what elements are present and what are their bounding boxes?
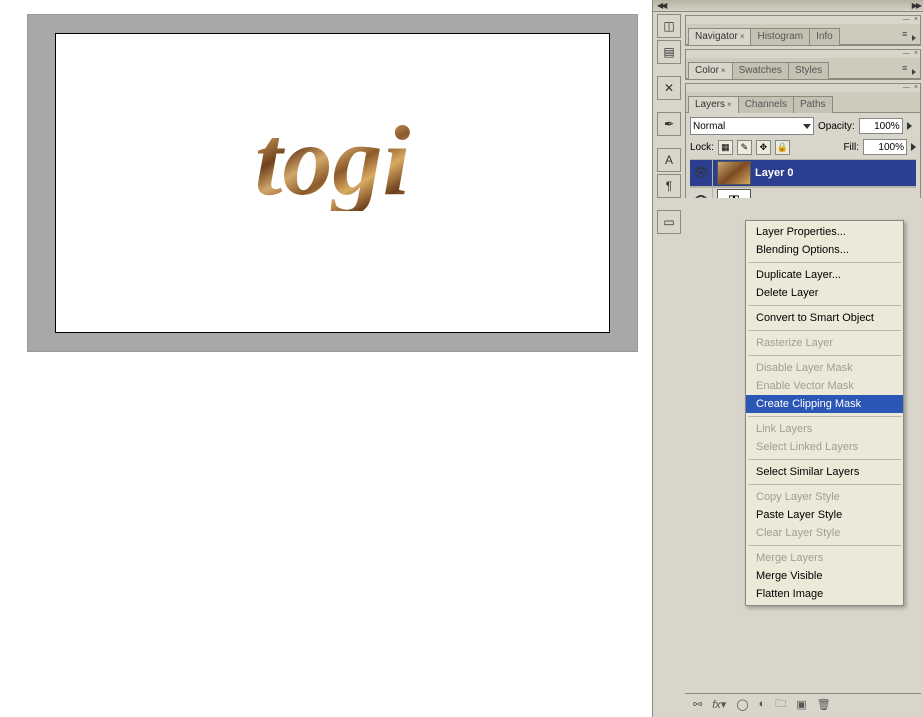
opacity-label: Opacity: [818, 121, 855, 132]
menu-item[interactable]: Delete Layer [746, 284, 903, 302]
tab-histogram[interactable]: Histogram [750, 28, 810, 45]
fx-icon[interactable]: fx▾ [712, 698, 726, 711]
panel-icon-strip: ◫ ▤ ✕ ✒ A ¶ ▭ [657, 14, 683, 234]
tab-styles[interactable]: Styles [788, 62, 829, 79]
tab-navigator[interactable]: Navigator× [688, 28, 751, 45]
menu-item[interactable]: Layer Properties... [746, 223, 903, 241]
brush-icon[interactable]: ▤ [657, 40, 681, 64]
panel-minimize-icon[interactable]: — [903, 50, 910, 58]
dock-collapse-right-icon[interactable]: ▶▶ [912, 1, 920, 10]
panel-navigator: — × Navigator× Histogram Info [685, 15, 921, 46]
layer-name[interactable]: Layer 0 [755, 167, 794, 179]
menu-item[interactable]: Convert to Smart Object [746, 309, 903, 327]
layer-row[interactable]: 👁 Layer 0 [690, 159, 916, 187]
visibility-toggle-icon[interactable]: 👁 [690, 160, 713, 186]
menu-item[interactable]: Flatten Image [746, 585, 903, 603]
menu-item: Enable Vector Mask [746, 377, 903, 395]
mask-icon[interactable]: ◯ [736, 698, 748, 711]
menu-separator [748, 416, 901, 417]
dock-header: ◀◀ ▶▶ [653, 0, 923, 12]
panel-minimize-icon[interactable]: — [903, 84, 910, 92]
tab-paths[interactable]: Paths [793, 96, 833, 113]
document-canvas[interactable]: togi [55, 33, 610, 333]
menu-separator [748, 459, 901, 460]
tools-icon[interactable]: ✕ [657, 76, 681, 100]
lock-transparent-icon[interactable]: ▦ [718, 140, 733, 155]
menu-item: Rasterize Layer [746, 334, 903, 352]
menu-item[interactable]: Blending Options... [746, 241, 903, 259]
menu-separator [748, 545, 901, 546]
fill-slider-icon[interactable] [911, 143, 916, 151]
menu-item: Clear Layer Style [746, 524, 903, 542]
fill-input[interactable]: 100% [863, 139, 907, 155]
folder-icon[interactable]: 🗀 [775, 695, 786, 714]
panel-color: — × Color× Swatches Styles [685, 49, 921, 80]
menu-item: Copy Layer Style [746, 488, 903, 506]
panel-minimize-icon[interactable]: — [903, 16, 910, 24]
layer-context-menu: Layer Properties...Blending Options... Du… [745, 220, 904, 606]
panel-close-icon[interactable]: × [914, 16, 918, 24]
menu-item[interactable]: Paste Layer Style [746, 506, 903, 524]
lock-all-icon[interactable]: 🔒 [775, 140, 790, 155]
tab-color[interactable]: Color× [688, 62, 733, 79]
trash-icon[interactable]: 🗑 [817, 698, 831, 711]
chevron-down-icon [803, 124, 811, 129]
doc-icon[interactable]: ▭ [657, 210, 681, 234]
close-icon[interactable]: × [727, 100, 732, 109]
menu-separator [748, 330, 901, 331]
pen-icon[interactable]: ✒ [657, 112, 681, 136]
panel-close-icon[interactable]: × [914, 50, 918, 58]
panel-menu-icon[interactable] [904, 66, 916, 76]
navigator-icon[interactable]: ◫ [657, 14, 681, 38]
tab-swatches[interactable]: Swatches [732, 62, 789, 79]
menu-item: Disable Layer Mask [746, 359, 903, 377]
panel-menu-icon[interactable] [904, 32, 916, 42]
char-a-icon[interactable]: A [657, 148, 681, 172]
fill-label: Fill: [843, 142, 859, 153]
tab-channels[interactable]: Channels [738, 96, 794, 113]
tab-info[interactable]: Info [809, 28, 840, 45]
text-layer-togi: togi [255, 111, 411, 211]
menu-item: Merge Layers [746, 549, 903, 567]
dock-collapse-left-icon[interactable]: ◀◀ [657, 1, 665, 10]
lock-pixels-icon[interactable]: ✎ [737, 140, 752, 155]
lock-position-icon[interactable]: ✥ [756, 140, 771, 155]
panel-close-icon[interactable]: × [914, 84, 918, 92]
para-icon[interactable]: ¶ [657, 174, 681, 198]
menu-item[interactable]: Duplicate Layer... [746, 266, 903, 284]
lock-label: Lock: [690, 142, 714, 153]
opacity-input[interactable]: 100% [859, 118, 903, 134]
adjust-icon[interactable]: ◐ [759, 698, 766, 710]
menu-item[interactable]: Create Clipping Mask [746, 395, 903, 413]
opacity-slider-icon[interactable] [907, 122, 912, 130]
menu-item[interactable]: Merge Visible [746, 567, 903, 585]
layer-thumbnail[interactable] [717, 161, 751, 185]
link-icon[interactable]: ⚯ [693, 698, 702, 711]
layers-footer: ⚯ fx▾ ◯ ◐ 🗀 ▣ 🗑 [685, 693, 921, 714]
menu-item[interactable]: Select Similar Layers [746, 463, 903, 481]
menu-item: Link Layers [746, 420, 903, 438]
menu-separator [748, 355, 901, 356]
canvas-area: togi [27, 14, 638, 352]
close-icon[interactable]: × [740, 32, 745, 41]
menu-separator [748, 262, 901, 263]
menu-separator [748, 484, 901, 485]
close-icon[interactable]: × [721, 66, 726, 75]
new-layer-icon[interactable]: ▣ [796, 698, 806, 711]
blend-mode-select[interactable]: Normal [690, 117, 814, 135]
menu-separator [748, 305, 901, 306]
tab-layers[interactable]: Layers× [688, 96, 739, 113]
menu-item: Select Linked Layers [746, 438, 903, 456]
